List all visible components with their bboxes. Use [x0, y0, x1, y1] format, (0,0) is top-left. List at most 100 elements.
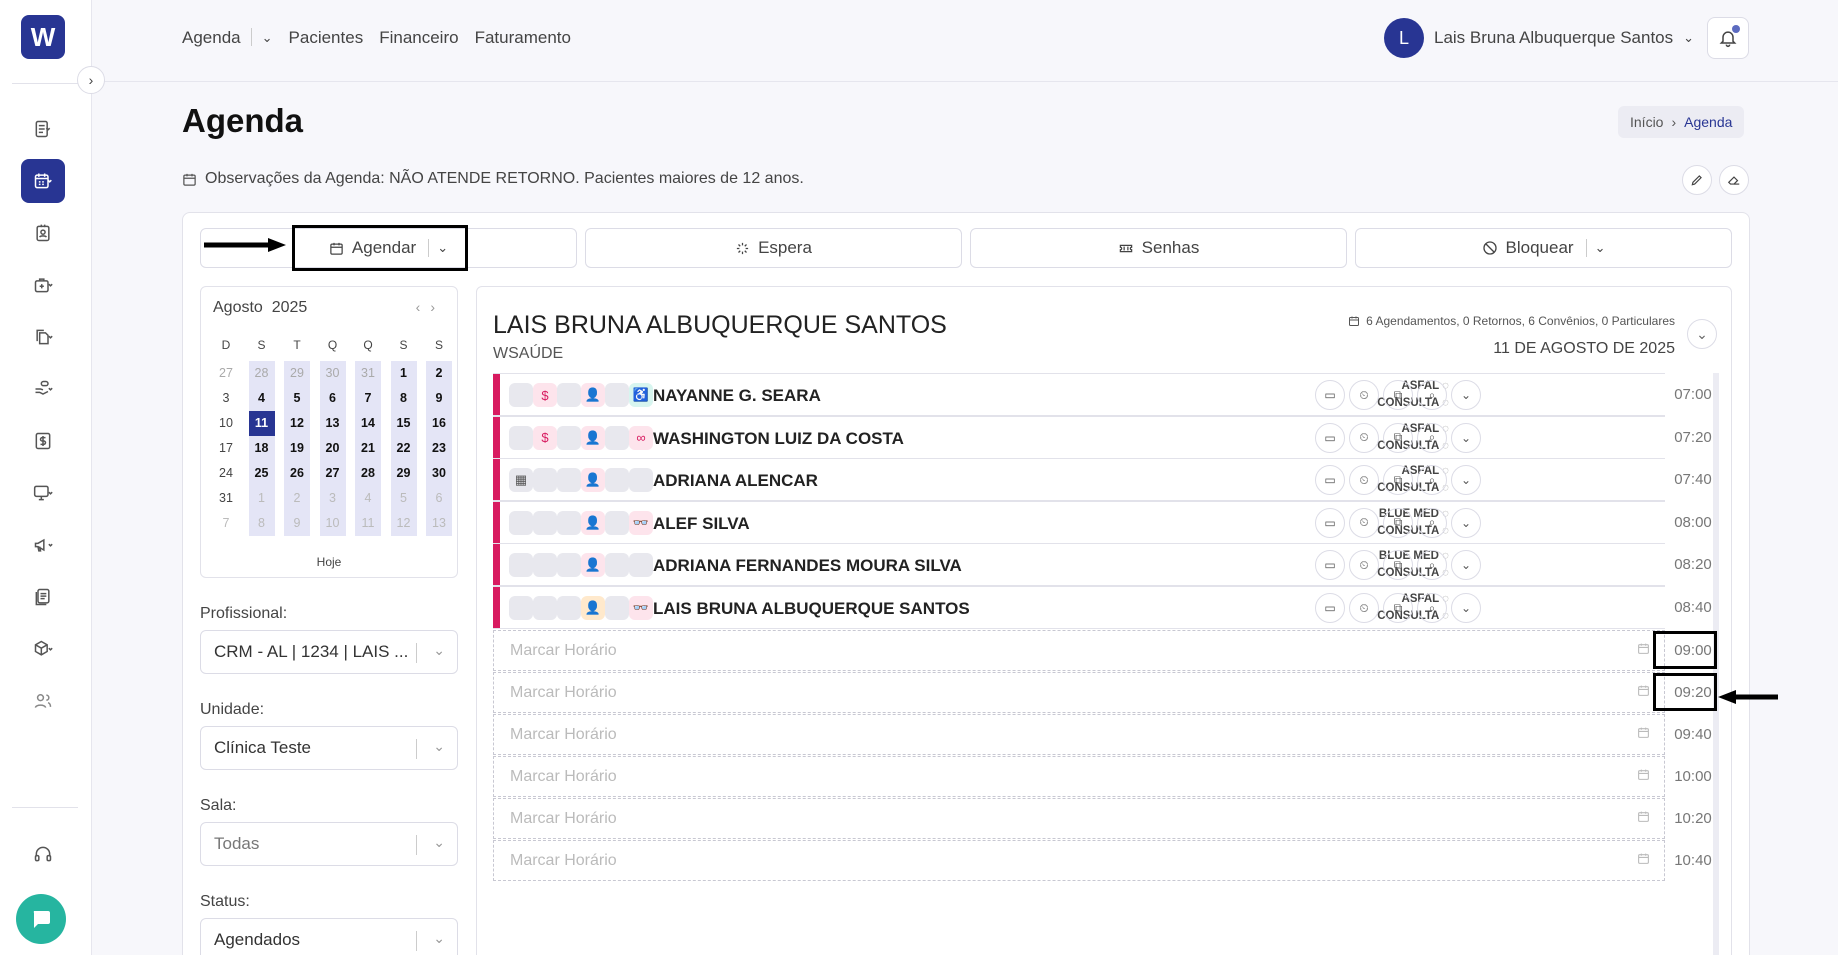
- calendar-day[interactable]: 24: [213, 461, 239, 486]
- topnav-pacientes[interactable]: Pacientes: [289, 28, 364, 48]
- more-button[interactable]: ⌄: [1451, 507, 1481, 538]
- special-icon[interactable]: ∞: [629, 425, 653, 450]
- calendar-day[interactable]: 26: [284, 461, 310, 486]
- calendar-day-selected[interactable]: 11: [248, 411, 275, 436]
- sidebar-collapse-button[interactable]: ›: [77, 66, 105, 94]
- copy-button[interactable]: ⧉: [1383, 465, 1413, 496]
- sidebar-item-telemedicina[interactable]: [21, 471, 65, 515]
- more-button[interactable]: ⌄: [1451, 550, 1481, 581]
- special-icon[interactable]: [629, 468, 653, 493]
- sidebar-item-agenda[interactable]: [21, 159, 65, 203]
- calendar-day[interactable]: 19: [284, 436, 310, 461]
- patient-name[interactable]: LAIS BRUNA ALBUQUERQUE SANTOS: [653, 599, 970, 619]
- user-menu[interactable]: L Lais Bruna Albuquerque Santos ⌄: [1384, 18, 1694, 58]
- patient-icon[interactable]: 👤: [581, 596, 605, 620]
- search-button[interactable]: ⌕: [1417, 380, 1447, 410]
- empty-slot[interactable]: Marcar Horário: [493, 629, 1665, 671]
- calendar-day[interactable]: 8: [390, 386, 417, 411]
- ticket-button[interactable]: ▭: [1315, 550, 1345, 581]
- ticket-button[interactable]: ▭: [1315, 507, 1345, 538]
- flag-icon[interactable]: [605, 425, 629, 450]
- special-icon[interactable]: [629, 553, 653, 578]
- empty-slot[interactable]: Marcar Horário: [493, 797, 1665, 839]
- calendar-day[interactable]: 7: [213, 511, 239, 536]
- special-icon[interactable]: 👓: [629, 510, 653, 535]
- calendar-day[interactable]: 20: [319, 436, 346, 461]
- app-logo[interactable]: W: [21, 15, 65, 59]
- confirm-icon[interactable]: [557, 383, 581, 407]
- more-button[interactable]: ⌄: [1451, 593, 1481, 623]
- ticket-button[interactable]: ▭: [1315, 593, 1345, 623]
- confirm-icon[interactable]: [557, 468, 581, 493]
- calendar-day[interactable]: 30: [319, 361, 346, 386]
- calendar-day[interactable]: 9: [284, 511, 310, 536]
- ticket-button[interactable]: ▭: [1315, 422, 1345, 453]
- appointment-row[interactable]: $ 👤 ♿ NAYANNE G. SEARA ASFAL ◌ CONSULTA ◌ ▭ ⏲ ⧉ ⌕…: [493, 373, 1665, 416]
- payment-icon[interactable]: [533, 510, 557, 535]
- payment-icon[interactable]: [533, 596, 557, 620]
- patient-icon[interactable]: 👤: [581, 510, 605, 535]
- chevron-right-icon[interactable]: ›: [430, 299, 445, 315]
- calendar-day[interactable]: 28: [355, 461, 381, 486]
- patient-name[interactable]: WASHINGTON LUIZ DA COSTA: [653, 429, 904, 449]
- ticket-button[interactable]: ▭: [1315, 465, 1345, 496]
- search-button[interactable]: ⌕: [1417, 593, 1447, 623]
- flag-icon[interactable]: [605, 468, 629, 493]
- calendar-day[interactable]: 1: [248, 486, 275, 511]
- status-icon[interactable]: [509, 510, 533, 535]
- empty-slot[interactable]: Marcar Horário: [493, 713, 1665, 755]
- flag-icon[interactable]: [605, 553, 629, 578]
- status-icon[interactable]: ▦: [509, 468, 533, 493]
- calendar-day[interactable]: 29: [284, 361, 310, 386]
- calendar-day[interactable]: 27: [319, 461, 346, 486]
- appointment-row[interactable]: ▦ 👤 ADRIANA ALENCAR ASFAL ◌ CONSULTA ◌ ▭ ⏲ ⧉ ⌕ ⌄: [493, 458, 1665, 502]
- calendar-day[interactable]: 4: [355, 486, 381, 511]
- more-button[interactable]: ⌄: [1451, 380, 1481, 410]
- empty-slot[interactable]: Marcar Horário: [493, 755, 1665, 797]
- calendar-day[interactable]: 8: [248, 511, 275, 536]
- calendar-day[interactable]: 28: [248, 361, 275, 386]
- calendar-day[interactable]: 12: [390, 511, 417, 536]
- status-icon[interactable]: [509, 596, 533, 620]
- chevron-down-icon[interactable]: ⌄: [262, 30, 273, 48]
- sidebar-item-usuarios[interactable]: [21, 679, 65, 723]
- calendar-day[interactable]: 11: [355, 511, 381, 536]
- sidebar-item-relatorios[interactable]: [21, 575, 65, 619]
- special-icon[interactable]: 👓: [629, 596, 653, 620]
- appointment-row[interactable]: $ 👤 ∞ WASHINGTON LUIZ DA COSTA ASFAL ◌ CONSUL…: [493, 415, 1665, 459]
- calendar-day[interactable]: 10: [319, 511, 346, 536]
- calendar-day[interactable]: 13: [426, 511, 452, 536]
- flag-icon[interactable]: [605, 596, 629, 620]
- calendar-day[interactable]: 3: [319, 486, 346, 511]
- copy-button[interactable]: ⧉: [1383, 422, 1413, 453]
- reschedule-button[interactable]: ⏲: [1349, 380, 1379, 410]
- patient-name[interactable]: ADRIANA FERNANDES MOURA SILVA: [653, 556, 962, 576]
- patient-icon[interactable]: 👤: [581, 553, 605, 578]
- calendar-day[interactable]: 31: [213, 486, 239, 511]
- confirm-icon[interactable]: [557, 596, 581, 620]
- ticket-button[interactable]: ▭: [1315, 380, 1345, 410]
- calendar-day[interactable]: 14: [355, 411, 381, 436]
- status-select[interactable]: Agendados ⌄: [200, 918, 458, 955]
- sidebar-item-documentos[interactable]: [21, 315, 65, 359]
- status-icon[interactable]: [509, 553, 533, 578]
- payment-icon[interactable]: $: [533, 383, 557, 407]
- sidebar-item-financeiro[interactable]: [21, 419, 65, 463]
- clear-observations-button[interactable]: [1719, 165, 1749, 195]
- chevron-left-icon[interactable]: ‹: [416, 299, 431, 315]
- confirm-icon[interactable]: [557, 510, 581, 535]
- calendar-day[interactable]: 5: [284, 386, 310, 411]
- reschedule-button[interactable]: ⏲: [1349, 550, 1379, 581]
- payment-icon[interactable]: $: [533, 425, 557, 450]
- calendar-day[interactable]: 23: [426, 436, 452, 461]
- edit-observations-button[interactable]: [1682, 165, 1712, 195]
- search-button[interactable]: ⌕: [1417, 507, 1447, 538]
- calendar-day[interactable]: 29: [390, 461, 417, 486]
- reschedule-button[interactable]: ⏲: [1349, 593, 1379, 623]
- breadcrumb-home[interactable]: Início: [1630, 114, 1663, 130]
- search-button[interactable]: ⌕: [1417, 465, 1447, 496]
- calendar-day[interactable]: 15: [390, 411, 417, 436]
- confirm-icon[interactable]: [557, 553, 581, 578]
- empty-slot[interactable]: Marcar Horário: [493, 839, 1665, 881]
- bloquear-button[interactable]: Bloquear ⌄: [1355, 228, 1732, 268]
